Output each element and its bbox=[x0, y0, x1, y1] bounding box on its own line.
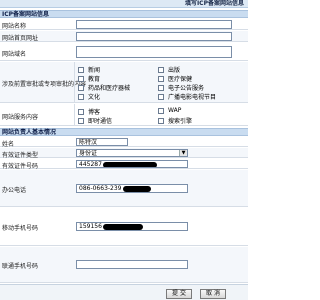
checkbox-broadcast[interactable]: 广播电影电视节目 bbox=[158, 92, 216, 101]
label-id-type: 有效证件类型 bbox=[2, 152, 39, 159]
checkbox-box[interactable] bbox=[78, 66, 84, 73]
row-owner-name: 姓名 陈特汉 bbox=[0, 137, 248, 148]
section-title: ICP备案网站信息 bbox=[2, 11, 50, 18]
button-bar: 提 交 取 消 bbox=[0, 284, 248, 300]
submit-button[interactable]: 提 交 bbox=[166, 289, 192, 299]
redaction-mark bbox=[102, 161, 157, 167]
label-site-name: 网站名称 bbox=[2, 23, 27, 30]
homepage-url-input[interactable] bbox=[76, 32, 232, 41]
checkbox-box[interactable] bbox=[158, 93, 164, 100]
checkbox-box[interactable] bbox=[78, 108, 84, 115]
checkbox-box[interactable] bbox=[158, 75, 164, 82]
checkbox-drugs[interactable]: 药品和医疗器械 bbox=[78, 83, 130, 92]
label-mobile: 移动手机号码 bbox=[2, 225, 39, 232]
checkbox-box[interactable] bbox=[78, 93, 84, 100]
row-site-homepage: 网站首页网址 bbox=[0, 31, 248, 42]
redaction-mark bbox=[122, 185, 151, 192]
domain-textarea[interactable] bbox=[76, 46, 232, 58]
label-name: 姓名 bbox=[2, 141, 15, 148]
row-mobile: 移动手机号码 159156 bbox=[0, 208, 248, 246]
checkbox-publishing[interactable]: 出版 bbox=[158, 65, 180, 74]
checkbox-box[interactable] bbox=[78, 75, 84, 82]
checkbox-healthcare[interactable]: 医疗保健 bbox=[158, 74, 192, 83]
checkbox-bbs[interactable]: 电子公告服务 bbox=[158, 83, 204, 92]
window-title-bar: 填写ICP备案网站信息 bbox=[0, 0, 248, 8]
checkbox-im[interactable]: 即时通信 bbox=[78, 116, 112, 125]
checkbox-blog[interactable]: 博客 bbox=[78, 107, 100, 116]
checkbox-box[interactable] bbox=[158, 84, 164, 91]
dropdown-arrow-icon[interactable]: ▼ bbox=[179, 150, 187, 156]
checkbox-box[interactable] bbox=[78, 117, 84, 124]
name-input[interactable]: 陈特汉 bbox=[76, 138, 128, 146]
section-title: 网站负责人基本情况 bbox=[2, 129, 57, 136]
row-id-number: 有效证件号码 445287 bbox=[0, 159, 248, 170]
checkbox-wap[interactable]: WAP bbox=[158, 107, 181, 114]
checkbox-news[interactable]: 新闻 bbox=[78, 65, 100, 74]
id-type-select[interactable]: 身份证 ▼ bbox=[76, 149, 188, 157]
label-unicom-mobile: 联通手机号码 bbox=[2, 263, 39, 270]
checkbox-box[interactable] bbox=[158, 107, 164, 114]
office-phone-input[interactable]: 086-0663-239 bbox=[76, 184, 188, 193]
row-id-type: 有效证件类型 身份证 ▼ bbox=[0, 148, 248, 159]
row-unicom-mobile: 联通手机号码 bbox=[0, 247, 248, 283]
site-name-input[interactable] bbox=[76, 20, 232, 29]
checkbox-box[interactable] bbox=[78, 84, 84, 91]
section-header-site-info: ICP备案网站信息 bbox=[0, 10, 248, 18]
label-service: 网站服务内容 bbox=[2, 114, 39, 121]
checkbox-culture[interactable]: 文化 bbox=[78, 92, 100, 101]
checkbox-search[interactable]: 搜索引擎 bbox=[158, 116, 192, 125]
checkbox-box[interactable] bbox=[158, 66, 164, 73]
label-domain: 网站域名 bbox=[2, 51, 27, 58]
label-office-phone: 办公电话 bbox=[2, 187, 27, 194]
section-header-owner: 网站负责人基本情况 bbox=[0, 128, 248, 136]
id-number-input[interactable]: 445287 bbox=[76, 160, 188, 168]
unicom-mobile-input[interactable] bbox=[76, 260, 188, 269]
redaction-mark bbox=[102, 223, 143, 230]
checkbox-box[interactable] bbox=[158, 117, 164, 124]
row-office-phone: 办公电话 086-0663-239 bbox=[0, 170, 248, 207]
row-site-name: 网站名称 bbox=[0, 19, 248, 30]
window-title: 填写ICP备案网站信息 bbox=[184, 0, 244, 7]
label-id-number: 有效证件号码 bbox=[2, 163, 39, 170]
cancel-button[interactable]: 取 消 bbox=[200, 289, 226, 299]
mobile-input[interactable]: 159156 bbox=[76, 222, 188, 231]
row-site-domain: 网站域名 bbox=[0, 43, 248, 61]
row-approval-content: 涉及前置审批或专项审批的内容 新闻 出版 教育 医疗保健 药品和医疗器械 电子公… bbox=[0, 62, 248, 103]
label-homepage: 网站首页网址 bbox=[2, 35, 39, 42]
checkbox-education[interactable]: 教育 bbox=[78, 74, 100, 83]
row-service-content: 网站服务内容 博客 WAP 即时通信 搜索引擎 bbox=[0, 104, 248, 126]
